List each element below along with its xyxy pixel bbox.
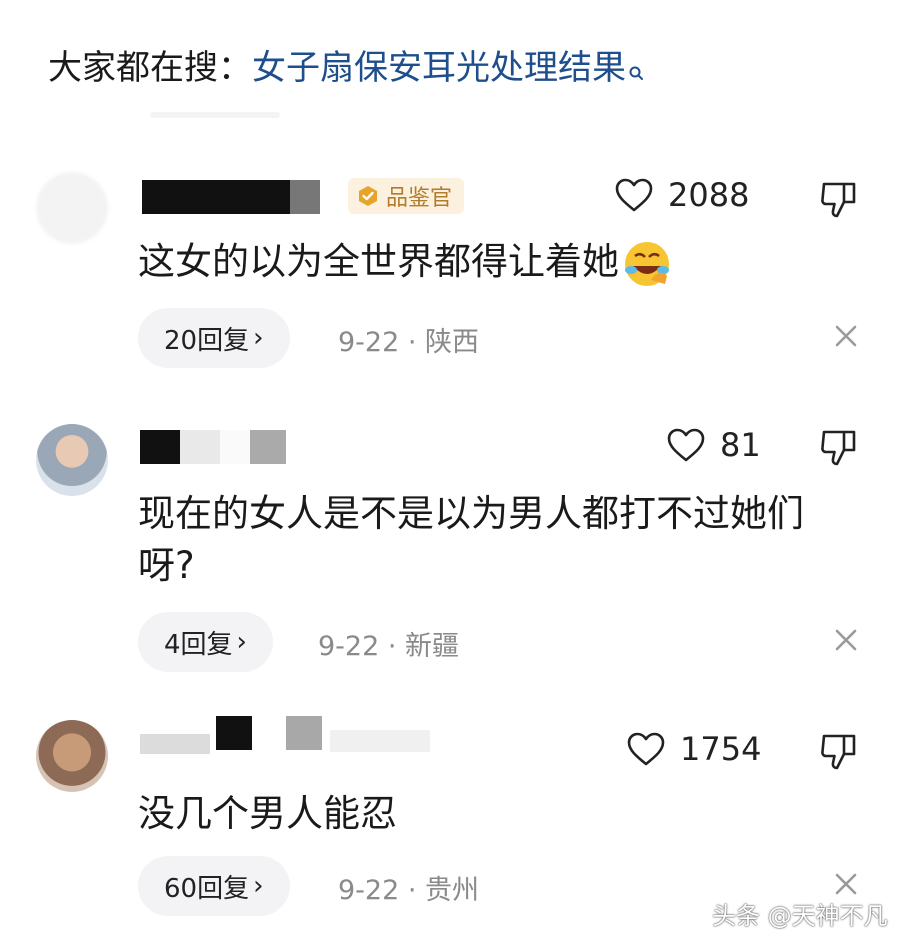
like-count: 1754 <box>680 730 762 768</box>
redaction-block <box>286 716 322 750</box>
trending-search-bar[interactable]: 大家都在搜：女子扇保安耳光处理结果 <box>48 46 644 94</box>
redaction-block <box>140 734 210 754</box>
divider <box>150 112 280 118</box>
search-icon[interactable] <box>628 50 644 94</box>
close-icon[interactable] <box>832 322 860 350</box>
redaction-block <box>142 180 290 214</box>
trending-search-label: 大家都在搜： <box>48 48 252 88</box>
watermark: 头条 @天神不凡 <box>712 902 888 930</box>
redaction-block <box>180 430 220 464</box>
like-button[interactable]: 81 <box>666 426 761 464</box>
redaction-block <box>140 430 180 464</box>
chevron-right-icon: › <box>253 871 264 901</box>
redaction-block <box>216 716 252 750</box>
view-replies-button[interactable]: 20回复 › <box>138 308 290 368</box>
avatar[interactable] <box>36 720 108 792</box>
laughing-emoji-icon <box>621 238 673 290</box>
like-button[interactable]: 2088 <box>614 176 749 214</box>
badge-pinjianguan[interactable]: 品鉴官 <box>348 178 465 214</box>
heart-icon <box>667 428 705 462</box>
avatar[interactable] <box>36 424 108 496</box>
comment-text: 这女的以为全世界都得让着她 <box>138 236 840 290</box>
badge-label: 品鉴官 <box>386 186 453 211</box>
avatar[interactable] <box>36 172 108 244</box>
comment-meta: 9-22 · 贵州 <box>338 875 480 906</box>
official-badge-icon <box>356 184 380 208</box>
view-replies-button[interactable]: 60回复 › <box>138 856 290 916</box>
chevron-right-icon: › <box>236 627 247 657</box>
comment-meta: 9-22 · 陕西 <box>338 327 480 358</box>
like-count: 81 <box>720 426 761 464</box>
chevron-right-icon: › <box>253 323 264 353</box>
reply-count: 60回复 <box>164 873 250 904</box>
like-button[interactable]: 1754 <box>626 730 761 768</box>
thumbs-down-icon[interactable] <box>818 428 860 468</box>
thumbs-down-icon[interactable] <box>818 180 860 220</box>
comment-text: 没几个男人能忍 <box>138 792 397 835</box>
reply-count: 4回复 <box>164 629 233 660</box>
trending-search-term[interactable]: 女子扇保安耳光处理结果 <box>252 48 626 88</box>
view-replies-button[interactable]: 4回复 › <box>138 612 273 672</box>
close-icon[interactable] <box>832 626 860 654</box>
close-icon[interactable] <box>832 870 860 898</box>
thumbs-down-icon[interactable] <box>818 732 860 772</box>
redaction-block <box>290 180 320 214</box>
redaction-block <box>250 430 286 464</box>
comment-text: 现在的女人是不是以为男人都打不过她们呀? <box>138 492 804 587</box>
redaction-block <box>330 730 430 752</box>
comment-meta: 9-22 · 新疆 <box>318 631 460 662</box>
heart-icon <box>615 178 653 212</box>
heart-icon <box>627 732 665 766</box>
comment-body: 这女的以为全世界都得让着她 <box>138 240 619 283</box>
like-count: 2088 <box>668 176 750 214</box>
redaction-block <box>220 430 250 464</box>
reply-count: 20回复 <box>164 325 250 356</box>
